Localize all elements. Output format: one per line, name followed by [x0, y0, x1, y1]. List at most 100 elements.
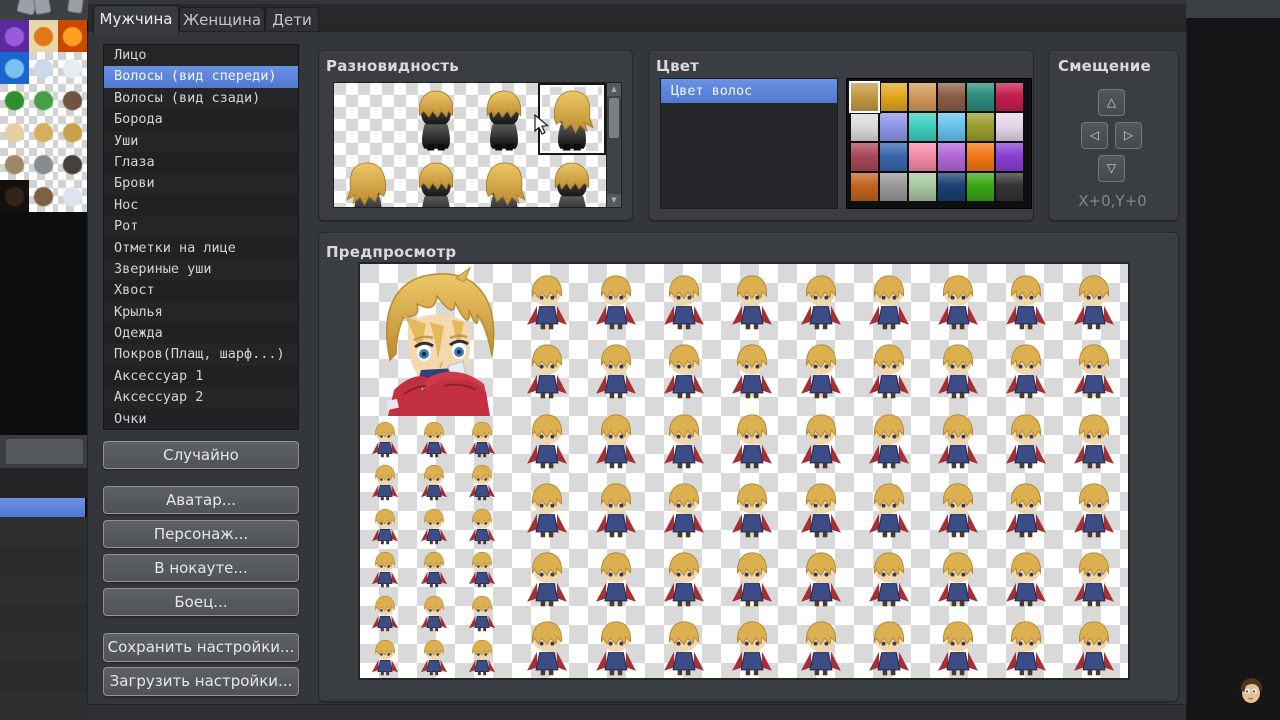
color-swatch[interactable]	[996, 143, 1023, 171]
color-swatch[interactable]	[967, 83, 994, 111]
preview-sprite	[650, 264, 718, 333]
parts-list-item[interactable]: Лицо	[104, 45, 298, 66]
save-settings-button[interactable]: Сохранить настройки...	[103, 633, 299, 662]
tileset-tile[interactable]	[29, 84, 58, 116]
parts-list-item[interactable]: Борода	[104, 109, 298, 130]
toolbar-icon[interactable]	[67, 0, 84, 14]
color-swatch[interactable]	[996, 173, 1023, 201]
tileset-tile[interactable]	[58, 148, 87, 180]
tileset-tile[interactable]	[29, 116, 58, 148]
variety-thumbnail[interactable]	[334, 155, 402, 208]
parts-list-item[interactable]: Рот	[104, 216, 298, 237]
parts-list-item[interactable]: Волосы (вид спереди)	[104, 66, 298, 87]
dialog-bottom-edge	[88, 704, 1186, 720]
color-swatch[interactable]	[909, 113, 936, 141]
character-button[interactable]: Персонаж...	[103, 520, 299, 548]
color-swatch[interactable]	[938, 143, 965, 171]
parts-list-item[interactable]: Покров(Плащ, шарф...)	[104, 344, 298, 365]
color-swatch[interactable]	[967, 173, 994, 201]
parts-list-item[interactable]: Крылья	[104, 302, 298, 323]
preview-sprite	[513, 541, 581, 610]
tileset-tile[interactable]	[58, 116, 87, 148]
color-swatch[interactable]	[967, 143, 994, 171]
color-swatch[interactable]	[909, 143, 936, 171]
color-swatch[interactable]	[851, 173, 878, 201]
color-swatch[interactable]	[909, 83, 936, 111]
tileset-tile[interactable]	[0, 84, 29, 116]
tab-male[interactable]: Мужчина	[93, 5, 179, 34]
tileset-tile[interactable]	[0, 180, 29, 212]
preview-title: Предпросмотр	[326, 243, 456, 261]
map-list-selected-row[interactable]	[0, 498, 85, 517]
tab-female[interactable]: Женщина	[179, 7, 265, 33]
scroll-down-icon[interactable]: ▼	[607, 194, 621, 207]
color-swatch[interactable]	[996, 113, 1023, 141]
parts-list-item[interactable]: Одежда	[104, 323, 298, 344]
variety-thumbnail[interactable]	[538, 155, 606, 208]
tab-kids[interactable]: Дети	[265, 7, 319, 33]
color-palette	[846, 78, 1032, 209]
map-list-rows[interactable]	[0, 517, 88, 720]
avatar-button[interactable]: Аватар...	[103, 486, 299, 514]
color-swatch[interactable]	[938, 173, 965, 201]
preview-sprite	[787, 333, 855, 402]
variety-thumbnail-none[interactable]	[334, 83, 402, 155]
tileset-tile[interactable]	[29, 148, 58, 180]
parts-list-item[interactable]: Хвост	[104, 280, 298, 301]
color-swatch[interactable]	[880, 173, 907, 201]
tileset-tile[interactable]	[58, 84, 87, 116]
color-swatch[interactable]	[909, 173, 936, 201]
variety-thumbnail[interactable]	[402, 83, 470, 155]
tileset-tile[interactable]	[29, 52, 58, 84]
color-swatch[interactable]	[938, 83, 965, 111]
parts-list-item[interactable]: Глаза	[104, 152, 298, 173]
tileset-tile[interactable]	[58, 180, 87, 212]
parts-list-item[interactable]: Аксессуар 1	[104, 366, 298, 387]
color-swatch[interactable]	[851, 113, 878, 141]
tileset-tile[interactable]	[0, 52, 29, 84]
tileset-tile[interactable]	[58, 52, 87, 84]
tileset-tile[interactable]	[29, 180, 58, 212]
color-swatch[interactable]	[880, 143, 907, 171]
parts-list-item[interactable]: Очки	[104, 409, 298, 430]
color-swatch[interactable]	[851, 83, 878, 111]
offset-down-button[interactable]: ▽	[1098, 155, 1125, 182]
variety-thumbnail[interactable]	[470, 83, 538, 155]
knockout-button[interactable]: В нокауте...	[103, 554, 299, 582]
offset-left-button[interactable]: ◁	[1081, 122, 1108, 149]
preview-sprite	[581, 333, 649, 402]
random-button[interactable]: Случайно	[103, 441, 299, 469]
color-swatch[interactable]	[996, 83, 1023, 111]
offset-right-button[interactable]: ▷	[1115, 122, 1142, 149]
scroll-up-icon[interactable]: ▲	[607, 83, 621, 96]
color-target-item-hair[interactable]: Цвет волос	[661, 79, 837, 103]
color-swatch[interactable]	[880, 113, 907, 141]
tileset-tile[interactable]	[29, 20, 58, 52]
preview-sprite	[513, 402, 581, 471]
parts-list-item[interactable]: Аксессуар 2	[104, 387, 298, 408]
parts-list-item[interactable]: Брови	[104, 173, 298, 194]
fighter-button[interactable]: Боец...	[103, 588, 299, 616]
tileset-tile[interactable]	[0, 148, 29, 180]
parts-list-item[interactable]: Волосы (вид сзади)	[104, 88, 298, 109]
preview-sprite	[923, 333, 991, 402]
offset-up-button[interactable]: △	[1098, 89, 1125, 116]
color-swatch[interactable]	[938, 113, 965, 141]
tileset-tile[interactable]	[0, 116, 29, 148]
color-swatch[interactable]	[967, 113, 994, 141]
color-swatch[interactable]	[851, 143, 878, 171]
parts-list-item[interactable]: Звериные уши	[104, 259, 298, 280]
color-swatch[interactable]	[880, 83, 907, 111]
scrollbar-thumb[interactable]	[609, 98, 619, 138]
background-tab[interactable]	[6, 439, 83, 464]
toolbar-icon[interactable]	[32, 0, 51, 15]
tileset-tile[interactable]	[0, 20, 29, 52]
load-settings-button[interactable]: Загрузить настройки...	[103, 667, 299, 696]
variety-thumbnail[interactable]	[402, 155, 470, 208]
parts-list-item[interactable]: Отметки на лице	[104, 238, 298, 259]
parts-list-item[interactable]: Нос	[104, 195, 298, 216]
parts-list-item[interactable]: Уши	[104, 131, 298, 152]
variety-thumbnail[interactable]	[470, 155, 538, 208]
tileset-tile[interactable]	[58, 20, 87, 52]
variety-scrollbar[interactable]: ▲ ▼	[606, 82, 622, 208]
